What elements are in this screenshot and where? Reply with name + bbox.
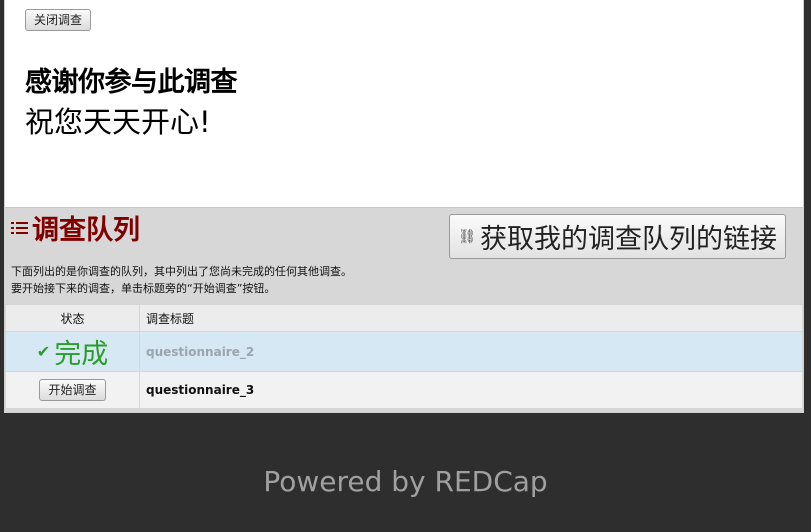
check-icon: ✔ [36,342,51,361]
completed-status: ✔ 完成 [37,332,108,371]
thanks-title: 感谢你参与此调查 [25,67,238,98]
queue-title: 调查队列 [32,215,140,246]
get-queue-link-label: 获取我的调查队列的链接 [480,224,777,254]
link-icon: ⛓ [458,228,476,244]
close-survey-button[interactable]: 关闭调查 [25,9,92,31]
list-icon [11,221,28,234]
survey-queue: 调查队列 ⛓ 获取我的调查队列的链接 下面列出的是你调查的队列，其中列出了您尚未… [5,207,803,412]
queue-description: 下面列出的是你调查的队列，其中列出了您尚未完成的任何其他调查。 要开始接下来的调… [11,263,352,297]
get-queue-link-button[interactable]: ⛓ 获取我的调查队列的链接 [449,214,786,259]
status-cell: 开始调查 [5,371,140,409]
start-survey-button[interactable]: 开始调查 [39,379,106,401]
title-column-header: 调查标题 [139,304,803,332]
queue-table: 状态 调查标题 ✔ 完成 questionnaire_2 开始调查 questi… [5,304,803,409]
survey-title: questionnaire_2 [139,331,803,372]
table-row: 开始调查 questionnaire_3 [5,371,803,409]
table-row: ✔ 完成 questionnaire_2 [5,331,803,372]
queue-table-header: 状态 调查标题 [5,304,803,332]
powered-by-footer: Powered by REDCap [263,465,548,498]
survey-page: 关闭调查 感谢你参与此调查 祝您天天开心! 调查队列 ⛓ 获取我的调查队列的链接… [4,0,804,413]
queue-desc-line2: 要开始接下来的调查，单击标题旁的“开始调查”按钮。 [11,282,276,295]
completed-label: 完成 [54,339,109,370]
queue-heading: 调查队列 [11,208,140,247]
status-column-header: 状态 [5,304,140,332]
survey-title: questionnaire_3 [139,371,803,409]
queue-desc-line1: 下面列出的是你调查的队列，其中列出了您尚未完成的任何其他调查。 [11,265,352,278]
status-cell: ✔ 完成 [5,331,140,372]
thanks-subtitle: 祝您天天开心! [25,105,211,139]
